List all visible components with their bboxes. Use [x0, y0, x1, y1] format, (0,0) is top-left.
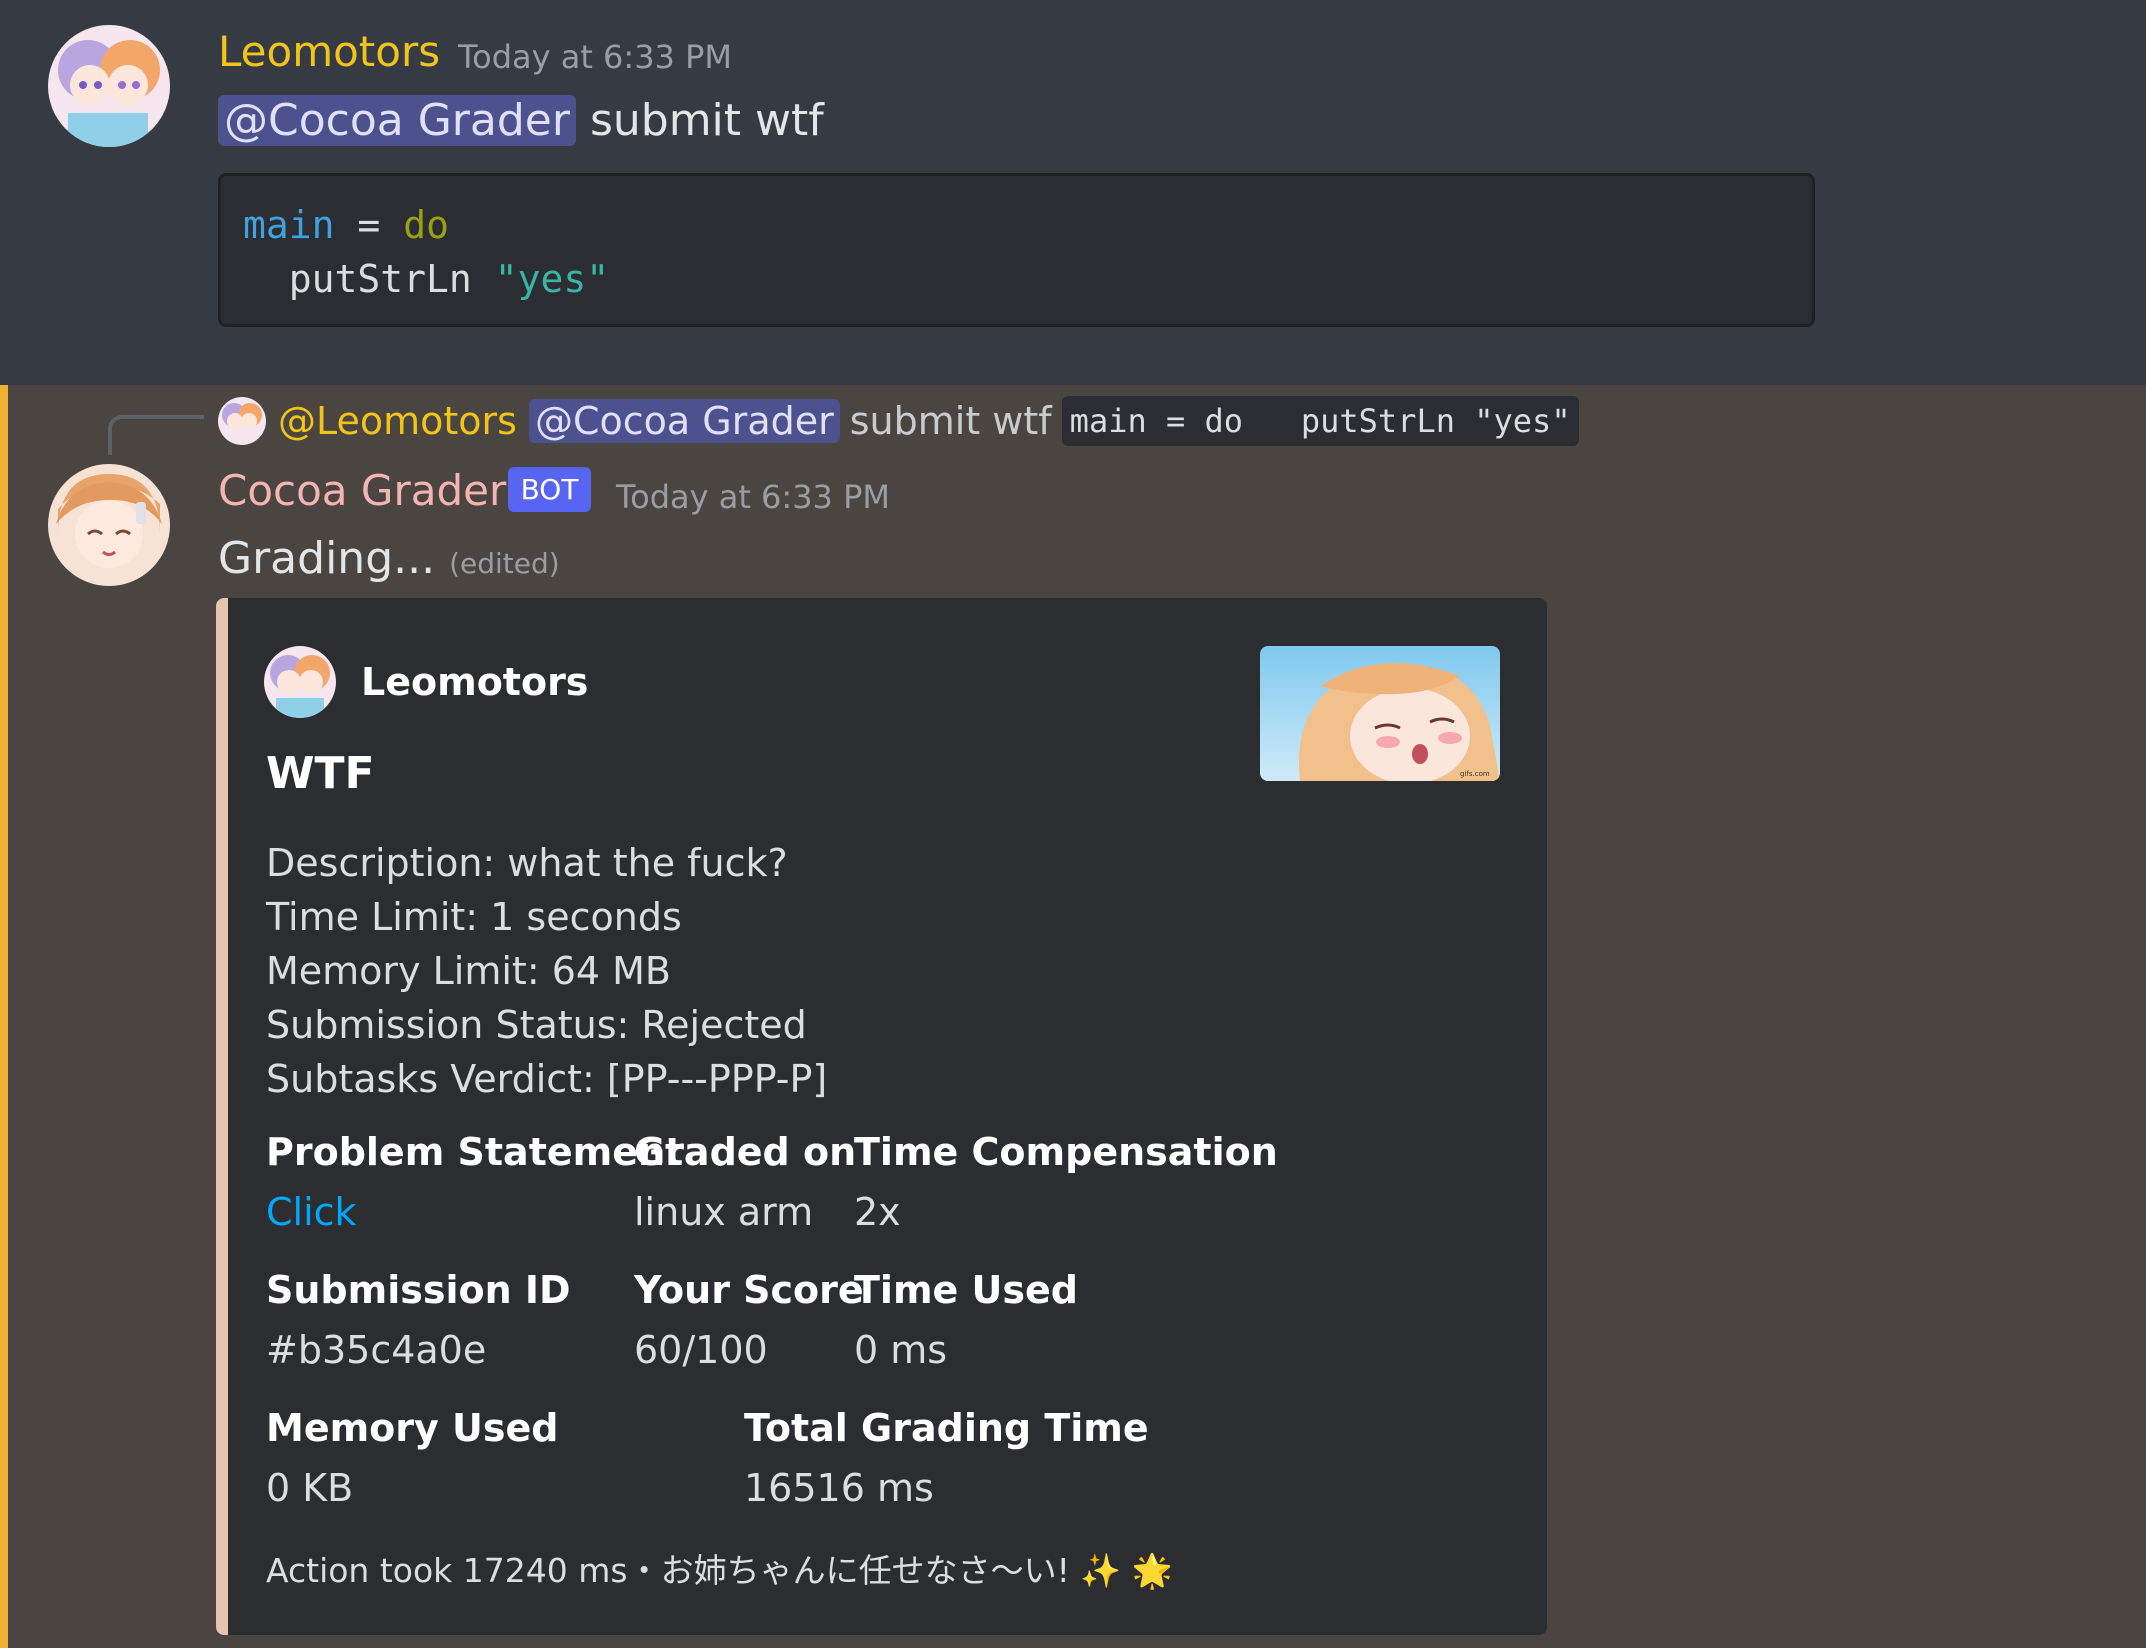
- author-name[interactable]: Leomotors: [218, 27, 440, 76]
- field-value-total-grading-time: 16516 ms: [744, 1466, 934, 1510]
- code-line-2: putStrLn "yes": [243, 252, 1790, 306]
- mention-highlight-bar: [0, 385, 8, 1648]
- code-block: main = do putStrLn "yes": [218, 173, 1815, 327]
- description-line: Subtasks Verdict: [PP---PPP-P]: [266, 1057, 828, 1101]
- field-name-graded-on: Graded on: [634, 1130, 857, 1174]
- description-line: Memory Limit: 64 MB: [266, 949, 671, 993]
- problem-statement-link[interactable]: Click: [266, 1190, 357, 1234]
- code-token: =: [357, 203, 381, 247]
- message-text: submit wtf: [589, 95, 824, 146]
- timestamp: Today at 6:33 PM: [616, 478, 890, 516]
- reply-inline-code: main = do putStrLn "yes": [1061, 396, 1579, 446]
- reply-avatar: [218, 397, 266, 445]
- field-name-memory-used: Memory Used: [266, 1406, 559, 1450]
- code-line-1: main = do: [243, 198, 1790, 252]
- field-value-graded-on: linux arm: [634, 1190, 814, 1234]
- embed-color-bar: [216, 598, 228, 1635]
- bot-author-name[interactable]: Cocoa Grader: [218, 466, 506, 515]
- reply-text: submit wtf: [849, 399, 1052, 443]
- field-value-your-score: 60/100: [634, 1328, 768, 1372]
- bot-tag: BOT: [508, 467, 591, 512]
- code-token: main: [243, 203, 335, 247]
- field-name-time-compensation: Time Compensation: [854, 1130, 1278, 1174]
- message-content: Grading... (edited): [218, 533, 560, 584]
- embed-description: Description: what the fuck? Time Limit: …: [266, 836, 827, 1106]
- embed-thumbnail[interactable]: gifs.com: [1260, 646, 1500, 781]
- reply-author[interactable]: @Leomotors: [278, 399, 517, 443]
- field-value-memory-used: 0 KB: [266, 1466, 354, 1510]
- code-token: do: [403, 203, 449, 247]
- field-name-problem-statement: Problem Statement: [266, 1130, 684, 1174]
- description-line: Time Limit: 1 seconds: [266, 895, 682, 939]
- timestamp: Today at 6:33 PM: [458, 38, 732, 76]
- field-name-time-used: Time Used: [854, 1268, 1078, 1312]
- embed-title: WTF: [266, 748, 375, 799]
- mention-cocoa-grader[interactable]: @Cocoa Grader: [218, 95, 576, 146]
- embed-author-avatar: [264, 646, 336, 718]
- message-content: @Cocoa Grader submit wtf: [218, 95, 824, 146]
- description-line: Description: what the fuck?: [266, 841, 788, 885]
- reply-mention[interactable]: @Cocoa Grader: [528, 399, 840, 443]
- field-name-submission-id: Submission ID: [266, 1268, 571, 1312]
- field-value-time-used: 0 ms: [854, 1328, 948, 1372]
- embed-author-name: Leomotors: [361, 660, 589, 704]
- field-value-submission-id: #b35c4a0e: [266, 1328, 487, 1372]
- field-name-total-grading-time: Total Grading Time: [744, 1406, 1149, 1450]
- code-token: "yes": [494, 257, 610, 301]
- field-value-time-compensation: 2x: [854, 1190, 901, 1234]
- field-name-your-score: Your Score: [634, 1268, 864, 1312]
- embed-footer: Action took 17240 ms・お姉ちゃんに任せなさ〜い! ✨ 🌟: [266, 1551, 1173, 1590]
- message-text: Grading...: [218, 533, 436, 584]
- code-token: putStrLn: [288, 257, 472, 301]
- thumbnail-watermark: gifs.com: [1460, 770, 1490, 778]
- cocoa-grader-avatar[interactable]: [48, 464, 170, 586]
- embed: Leomotors gifs.com WTF Description: what…: [216, 598, 1547, 1635]
- edited-label: (edited): [449, 547, 560, 580]
- message-1: Leomotors Today at 6:33 PM @Cocoa Grader…: [0, 0, 2146, 385]
- leomotors-avatar[interactable]: [48, 25, 170, 147]
- description-line: Submission Status: Rejected: [266, 1003, 807, 1047]
- reply-reference[interactable]: @Leomotors @Cocoa Grader submit wtf main…: [218, 393, 1579, 449]
- reply-connector: [108, 415, 204, 455]
